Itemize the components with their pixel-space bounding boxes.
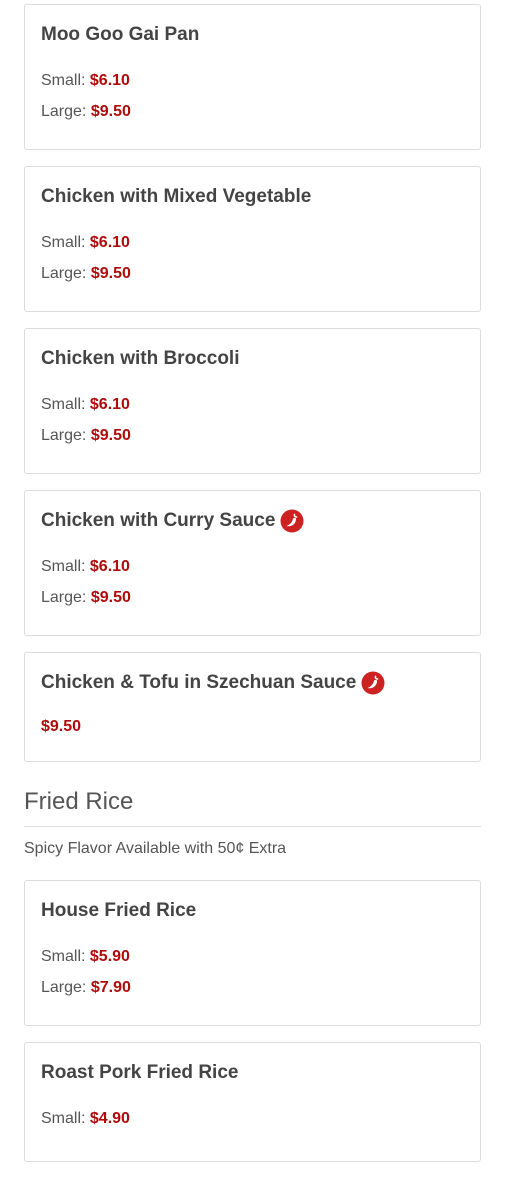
price-row-small: Small: $6.10	[41, 227, 464, 258]
menu-item-name-text: Chicken & Tofu in Szechuan Sauce	[41, 672, 357, 693]
chili-pepper-icon	[280, 509, 304, 533]
menu-item-card[interactable]: Chicken & Tofu in Szechuan Sauce $9.50	[24, 652, 481, 762]
price-amount: $5.90	[89, 948, 130, 965]
price-row-large: Large: $9.50	[41, 258, 464, 289]
price-row-small: Small: $4.90	[41, 1103, 464, 1134]
menu-item-prices: Small: $6.10 Large: $9.50	[41, 65, 464, 127]
price-amount: $9.50	[41, 718, 82, 735]
menu-item-name: Chicken with Mixed Vegetable	[41, 185, 464, 209]
price-amount: $9.50	[90, 265, 131, 282]
menu-item-name-text: Moo Goo Gai Pan	[41, 24, 200, 45]
menu-item-card[interactable]: Chicken with Broccoli Small: $6.10 Large…	[24, 328, 481, 474]
price-row-large: Large: $9.50	[41, 420, 464, 451]
menu-item-card[interactable]: House Fried Rice Small: $5.90 Large: $7.…	[24, 880, 481, 1026]
size-label: Small:	[41, 1110, 86, 1127]
price-row-large: Large: $7.90	[41, 972, 464, 1003]
menu-item-prices: Small: $6.10 Large: $9.50	[41, 551, 464, 613]
menu-item-card[interactable]: Roast Pork Fried Rice Small: $4.90	[24, 1042, 481, 1162]
size-label: Large:	[41, 979, 87, 996]
section-title: Fried Rice	[24, 788, 134, 815]
menu-item-name: Moo Goo Gai Pan	[41, 23, 464, 47]
menu-item-card[interactable]: Chicken with Curry Sauce Small: $6.10 La…	[24, 490, 481, 636]
price-row-small: Small: $6.10	[41, 65, 464, 96]
menu-item-name: Chicken with Curry Sauce	[41, 509, 464, 533]
size-label: Large:	[41, 427, 87, 444]
menu-item-name: Chicken with Broccoli	[41, 347, 464, 371]
menu-item-prices: $9.50	[41, 711, 464, 742]
price-amount: $9.50	[90, 427, 131, 444]
menu-item-name-text: Chicken with Broccoli	[41, 348, 240, 369]
menu-item-name: House Fried Rice	[41, 899, 464, 923]
menu-list: Moo Goo Gai Pan Small: $6.10 Large: $9.5…	[24, 4, 481, 1178]
price-row-large: Large: $9.50	[41, 96, 464, 127]
menu-item-name: Roast Pork Fried Rice	[41, 1061, 464, 1085]
menu-item-prices: Small: $6.10 Large: $9.50	[41, 389, 464, 451]
size-label: Small:	[41, 72, 86, 89]
menu-item-prices: Small: $4.90	[41, 1103, 464, 1134]
menu-item-name: Chicken & Tofu in Szechuan Sauce	[41, 671, 464, 695]
menu-item-prices: Small: $6.10 Large: $9.50	[41, 227, 464, 289]
price-amount: $6.10	[89, 396, 130, 413]
size-label: Small:	[41, 234, 86, 251]
size-label: Large:	[41, 103, 87, 120]
section-divider	[24, 826, 481, 827]
menu-item-name-text: Chicken with Curry Sauce	[41, 510, 276, 531]
price-amount: $9.50	[90, 589, 131, 606]
size-label: Small:	[41, 558, 86, 575]
size-label: Large:	[41, 265, 87, 282]
menu-item-card[interactable]: Chicken with Mixed Vegetable Small: $6.1…	[24, 166, 481, 312]
price-row-small: Small: $6.10	[41, 389, 464, 420]
menu-item-name-text: House Fried Rice	[41, 900, 197, 921]
price-row-small: Small: $5.90	[41, 941, 464, 972]
price-amount: $6.10	[89, 72, 130, 89]
price-amount: $4.90	[89, 1110, 130, 1127]
price-amount: $9.50	[90, 103, 131, 120]
size-label: Small:	[41, 396, 86, 413]
price-amount: $6.10	[89, 558, 130, 575]
section-note: Spicy Flavor Available with 50¢ Extra	[24, 840, 287, 857]
menu-item-prices: Small: $5.90 Large: $7.90	[41, 941, 464, 1003]
menu-item-name-text: Roast Pork Fried Rice	[41, 1062, 239, 1083]
menu-item-name-text: Chicken with Mixed Vegetable	[41, 186, 312, 207]
size-label: Small:	[41, 948, 86, 965]
chili-pepper-icon	[361, 671, 385, 695]
price-amount: $7.90	[90, 979, 131, 996]
menu-item-card[interactable]: Moo Goo Gai Pan Small: $6.10 Large: $9.5…	[24, 4, 481, 150]
size-label: Large:	[41, 589, 87, 606]
price-row-small: Small: $6.10	[41, 551, 464, 582]
price-row-large: Large: $9.50	[41, 582, 464, 613]
price-row-single: $9.50	[41, 711, 464, 742]
price-amount: $6.10	[89, 234, 130, 251]
